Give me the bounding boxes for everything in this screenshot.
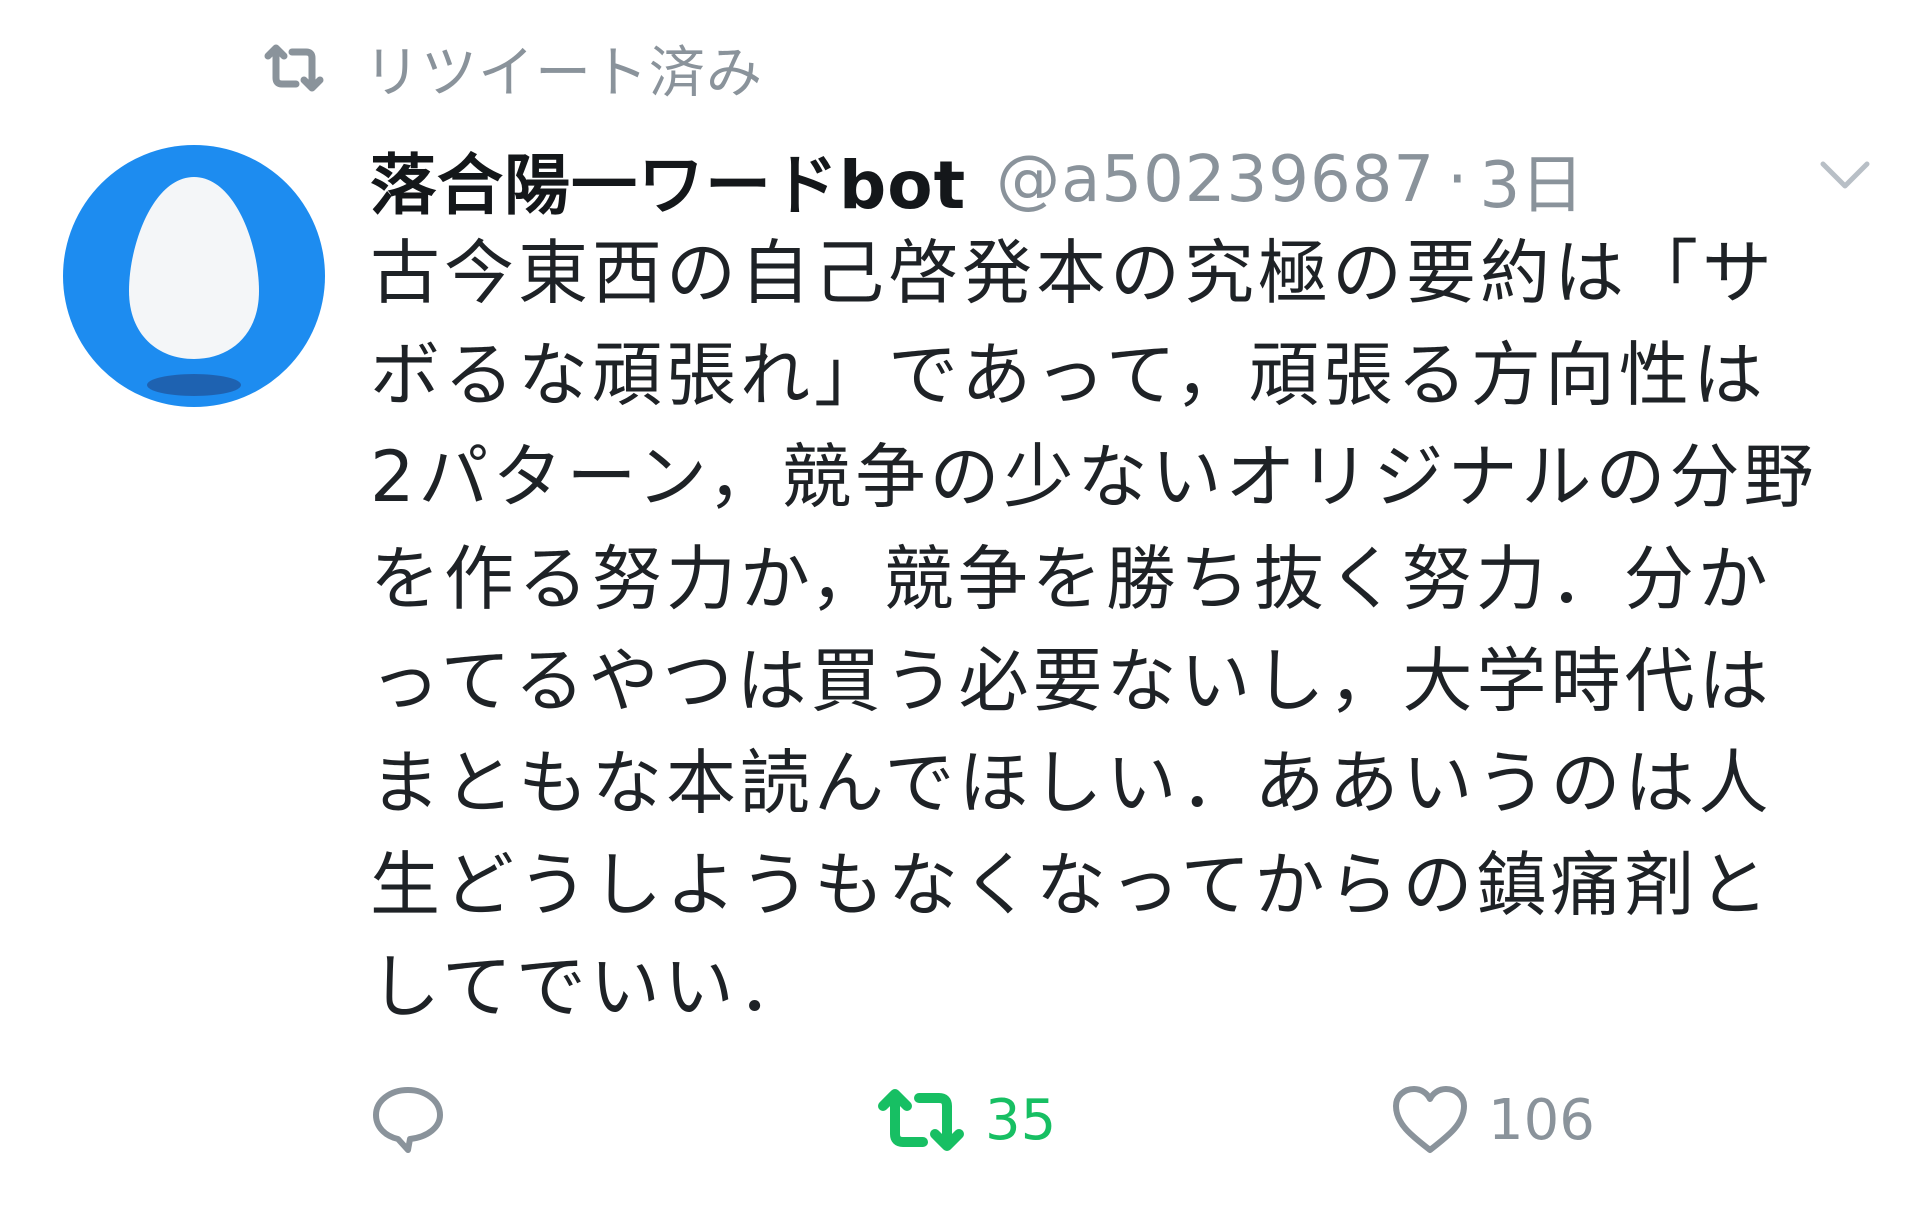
tweet-text-line: 古今東西の自己啓発本の究極の要約は「サ	[370, 232, 1776, 314]
reply-button[interactable]	[370, 1080, 446, 1160]
avatar[interactable]	[63, 145, 325, 407]
tweet-text-line: まともな本読んでほしい．ああいうのは人	[370, 742, 1773, 824]
reply-icon	[373, 1087, 443, 1153]
like-button[interactable]: 106	[1390, 1080, 1595, 1160]
like-count: 106	[1488, 1087, 1595, 1153]
tweet-text-line: 生どうしようもなくなってからの鎮痛剤と	[370, 844, 1773, 926]
tweet-text-line: 2パターン，競争の少ないオリジナルの分野	[370, 436, 1818, 518]
tweet-text-line: を作る努力か，競争を勝ち抜く努力．分か	[370, 538, 1772, 620]
timestamp[interactable]: 3日	[1479, 134, 1584, 226]
tweet-actions: 35 106	[370, 1080, 1670, 1160]
tweet-text: 古今東西の自己啓発本の究極の要約は「サ ボるな頑張れ」であって，頑張る方向性は …	[370, 222, 1870, 1038]
retweet-count: 35	[985, 1087, 1057, 1153]
heart-icon	[1393, 1086, 1467, 1153]
retweet-icon	[262, 40, 326, 96]
retweet-context-label: リツイート済み	[364, 40, 763, 106]
separator-dot: ·	[1447, 143, 1468, 217]
chevron-down-icon[interactable]	[1815, 150, 1875, 200]
tweet: リツイート済み 落合陽一ワードbot @a50239687 · 3日 古今東西の…	[0, 0, 1920, 1206]
retweet-context: リツイート済み	[262, 28, 763, 108]
display-name[interactable]: 落合陽一ワードbot	[370, 132, 966, 228]
tweet-text-line: ボるな頑張れ」であって，頑張る方向性は	[370, 334, 1767, 416]
tweet-header: 落合陽一ワードbot @a50239687 · 3日	[370, 130, 1584, 230]
retweet-icon	[878, 1089, 964, 1151]
user-handle[interactable]: @a50239687	[996, 143, 1435, 217]
tweet-text-line: ってるやつは買う必要ないし，大学時代は	[370, 640, 1773, 722]
retweet-button[interactable]: 35	[875, 1080, 1056, 1160]
egg-icon	[129, 177, 259, 396]
tweet-text-line: してでいい．	[370, 946, 812, 1028]
